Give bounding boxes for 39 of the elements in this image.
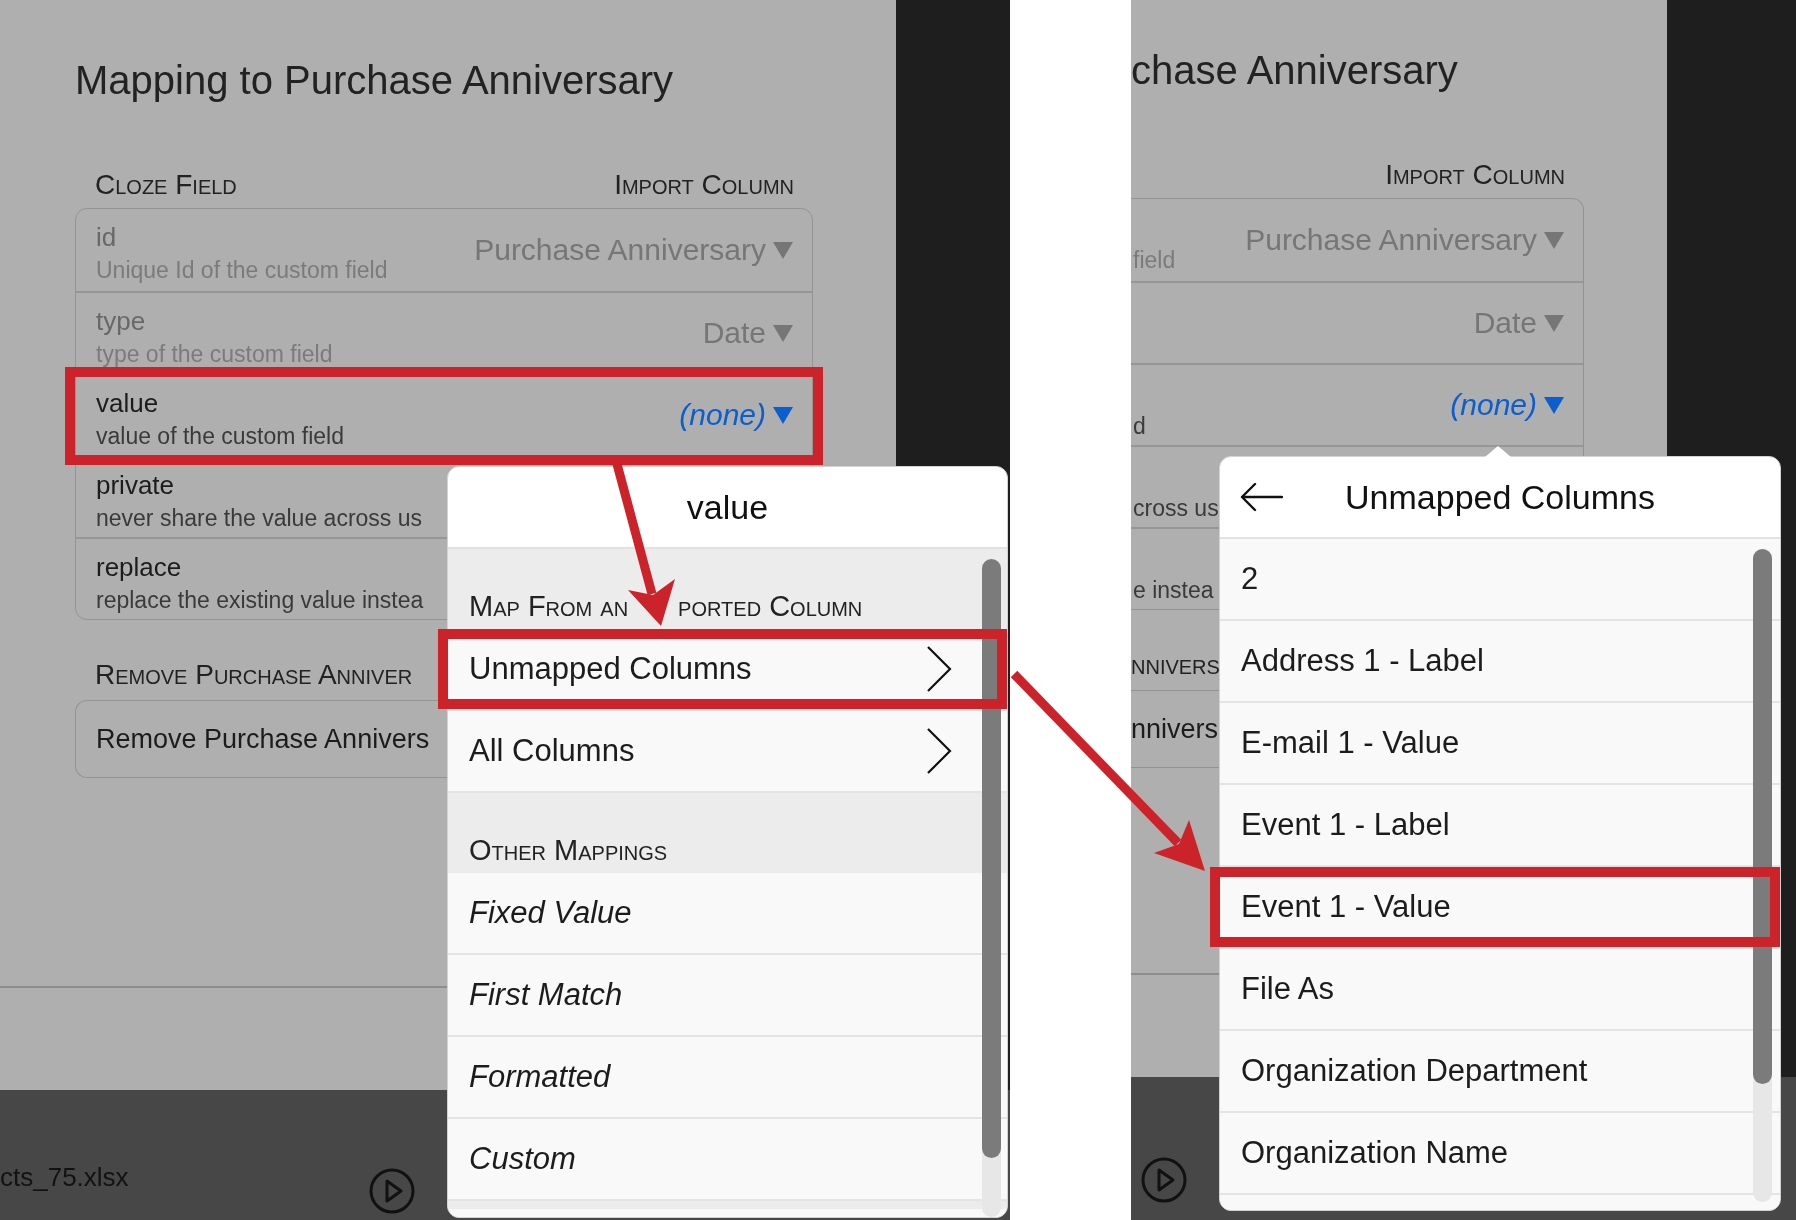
section-heading: Remove Purchase Anniver <box>94 659 413 691</box>
chevron-icon <box>926 645 952 693</box>
chevron-icon <box>926 727 952 775</box>
field-name: type <box>96 306 146 336</box>
field-name: replace <box>96 552 182 582</box>
back-arrow-icon[interactable] <box>1239 482 1283 512</box>
caret-icon <box>773 241 793 259</box>
popover-title: Unmapped Columns <box>1345 477 1655 517</box>
column-heading: Import Column <box>1385 159 1565 191</box>
field-description: replace the existing value instea <box>96 586 424 614</box>
column-heading: Cloze Field <box>95 169 237 201</box>
menu-item[interactable]: Unmapped Columns <box>448 629 1007 711</box>
field-description: cross us <box>1133 494 1219 522</box>
field-description: never share the value across us <box>96 504 422 532</box>
field-description: e instea <box>1133 576 1214 604</box>
popover-title: value <box>686 487 769 527</box>
caret-icon <box>773 406 793 424</box>
play-icon[interactable] <box>368 1168 415 1214</box>
caret-icon <box>773 324 793 342</box>
remove-button[interactable]: Remove Purchase Annivers <box>75 700 447 778</box>
column-heading: Import Column <box>614 169 794 201</box>
field-description: value of the custom field <box>96 422 345 450</box>
caret-icon <box>1544 396 1564 414</box>
caret-icon <box>1544 231 1564 249</box>
field-name: value <box>96 388 159 418</box>
section-heading: Other Mappings <box>469 834 668 866</box>
scrollbar-thumb[interactable] <box>1753 549 1772 1084</box>
dialog-title: chase Anniversary <box>1131 47 1458 94</box>
field-name: private <box>96 470 175 500</box>
menu-item[interactable]: Event 1 - Value <box>1220 867 1780 949</box>
field-name: id <box>96 222 117 252</box>
section-heading: Map From an <box>469 590 629 622</box>
caret-icon <box>1544 314 1564 332</box>
scrollbar[interactable] <box>1753 549 1772 1202</box>
section-heading: ported Column <box>678 590 863 622</box>
dialog-title: Mapping to Purchase Anniversary <box>75 57 674 104</box>
field-description: d <box>1133 412 1146 440</box>
section-heading: nnivers <box>1131 649 1220 681</box>
play-icon[interactable] <box>1141 1157 1187 1203</box>
